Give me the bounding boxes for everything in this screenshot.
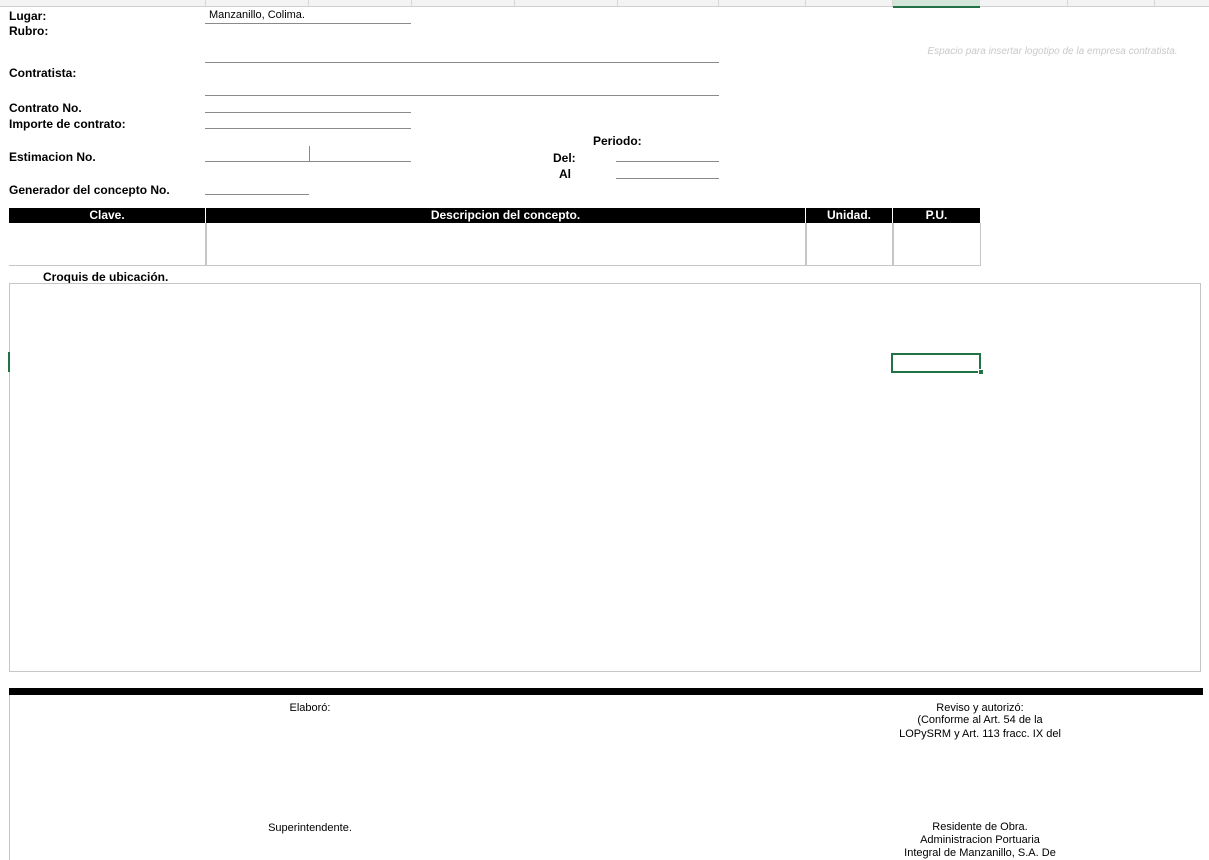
table-cell-pu[interactable]: [893, 223, 981, 266]
selected-column-header[interactable]: [893, 0, 980, 8]
estimacion-label: Estimacion No.: [9, 150, 96, 164]
column-header-strip: [0, 0, 1209, 8]
reviso-label: Reviso y autorizó:: [936, 702, 1024, 714]
table-cell-clave[interactable]: [9, 223, 206, 266]
row-selection-marker: [8, 352, 10, 372]
importe-label: Importe de contrato:: [9, 117, 126, 131]
fill-handle[interactable]: [978, 369, 984, 375]
importe-underline[interactable]: [205, 128, 411, 129]
table-header-descripcion: Descripcion del concepto.: [206, 208, 805, 223]
selected-cell[interactable]: [891, 353, 981, 373]
del-underline[interactable]: [616, 161, 719, 162]
croquis-box[interactable]: [9, 283, 1201, 672]
table-cell-unidad[interactable]: [806, 223, 893, 266]
lugar-value[interactable]: Manzanillo, Colima.: [209, 9, 305, 21]
contratista-label: Contratista:: [9, 66, 77, 80]
rubro-label: Rubro:: [9, 24, 49, 38]
del-label: Del:: [553, 151, 576, 165]
table-header-clave: Clave.: [9, 208, 205, 223]
al-label: Al: [559, 167, 571, 181]
estimacion-divider: [309, 146, 310, 161]
reviso-note-line1: (Conforme al Art. 54 de la: [917, 714, 1043, 726]
reviso-note-line2: LOPySRM y Art. 113 fracc. IX del: [899, 728, 1061, 740]
signature-area-border: [9, 695, 10, 860]
logo-placeholder[interactable]: Espacio para insertar logotipo de la emp…: [920, 46, 1185, 58]
elaboro-label: Elaboró:: [289, 702, 331, 714]
section-separator: [9, 688, 1203, 695]
contrato-underline[interactable]: [205, 112, 411, 113]
lugar-underline: [205, 23, 411, 24]
generador-underline[interactable]: [205, 194, 309, 195]
lugar-label: Lugar:: [9, 9, 47, 23]
contrato-label: Contrato No.: [9, 101, 82, 115]
rubro-underline[interactable]: [205, 62, 719, 63]
table-cell-descripcion[interactable]: [206, 223, 806, 266]
periodo-label: Periodo:: [593, 134, 642, 148]
residente-org-line1: Administracion Portuaria: [920, 834, 1040, 846]
superintendente-label: Superintendente.: [268, 822, 352, 834]
croquis-title: Croquis de ubicación.: [43, 270, 169, 284]
al-underline[interactable]: [616, 178, 719, 179]
residente-label: Residente de Obra.: [932, 821, 1028, 833]
estimacion-underline[interactable]: [205, 161, 411, 162]
residente-org-line2: Integral de Manzanillo, S.A. De: [904, 847, 1056, 859]
table-header-pu: P.U.: [893, 208, 980, 223]
generador-label: Generador del concepto No.: [9, 183, 170, 197]
contratista-underline[interactable]: [205, 95, 719, 96]
table-header-unidad: Unidad.: [806, 208, 892, 223]
